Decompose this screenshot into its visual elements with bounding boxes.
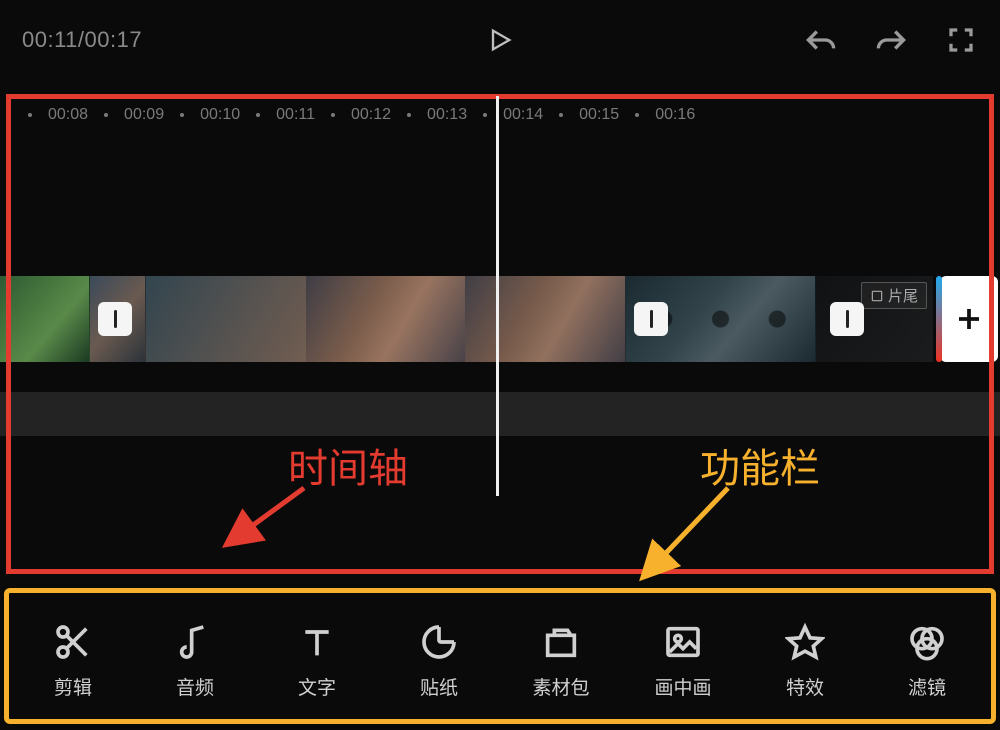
star-icon <box>784 621 826 663</box>
material-pack-icon <box>540 621 582 663</box>
end-clip-label: 片尾 <box>888 285 918 306</box>
timeline-area[interactable]: 00:08 00:09 00:10 00:11 00:12 00:13 00:1… <box>0 96 1000 574</box>
tool-label: 特效 <box>786 673 824 700</box>
ruler-tick: 00:10 <box>200 106 240 124</box>
add-clip-button[interactable] <box>940 276 998 362</box>
transition-handle[interactable] <box>830 302 864 336</box>
ruler-tick: 00:12 <box>351 106 391 124</box>
fullscreen-button[interactable] <box>944 23 978 57</box>
tool-label: 素材包 <box>532 673 589 700</box>
transition-handle[interactable] <box>98 302 132 336</box>
filter-rings-icon <box>906 621 948 663</box>
video-clip[interactable] <box>146 276 626 362</box>
ruler-tick: 00:13 <box>427 106 467 124</box>
pip-tool[interactable]: 画中画 <box>628 621 738 700</box>
tool-label: 剪辑 <box>54 673 92 700</box>
transition-handle[interactable] <box>634 302 668 336</box>
ruler-tick: 00:08 <box>48 106 88 124</box>
ruler-tick: 00:15 <box>579 106 619 124</box>
tool-label: 音频 <box>176 673 214 700</box>
ruler-tick: 00:11 <box>276 106 315 124</box>
undo-button[interactable] <box>804 23 838 57</box>
play-button[interactable] <box>483 23 517 57</box>
sticker-icon <box>418 621 460 663</box>
top-control-bar: 00:11/00:17 <box>0 0 1000 80</box>
audio-tool[interactable]: 音频 <box>140 621 250 700</box>
filter-tool[interactable]: 滤镜 <box>872 621 982 700</box>
ruler-tick: 00:14 <box>503 106 543 124</box>
video-clip[interactable] <box>0 276 90 362</box>
playhead[interactable] <box>496 96 499 496</box>
text-t-icon <box>296 621 338 663</box>
tool-label: 画中画 <box>654 673 711 700</box>
ruler-tick: 00:09 <box>124 106 164 124</box>
effects-tool[interactable]: 特效 <box>750 621 860 700</box>
end-clip-badge: 片尾 <box>861 282 927 309</box>
audio-track[interactable] <box>0 392 1000 436</box>
picture-in-picture-icon <box>662 621 704 663</box>
tool-label: 滤镜 <box>908 673 946 700</box>
time-ruler[interactable]: 00:08 00:09 00:10 00:11 00:12 00:13 00:1… <box>0 96 1000 126</box>
function-toolbar: 剪辑 音频 文字 贴纸 素材包 画中画 特效 <box>0 596 1000 730</box>
material-pack-tool[interactable]: 素材包 <box>506 621 616 700</box>
tool-label: 贴纸 <box>420 673 458 700</box>
edit-tool[interactable]: 剪辑 <box>18 621 128 700</box>
text-tool[interactable]: 文字 <box>262 621 372 700</box>
redo-button[interactable] <box>874 23 908 57</box>
scissors-icon <box>52 621 94 663</box>
ruler-tick: 00:16 <box>655 106 695 124</box>
tool-label: 文字 <box>298 673 336 700</box>
music-note-icon <box>174 621 216 663</box>
playback-time: 00:11/00:17 <box>22 27 142 53</box>
sticker-tool[interactable]: 贴纸 <box>384 621 494 700</box>
